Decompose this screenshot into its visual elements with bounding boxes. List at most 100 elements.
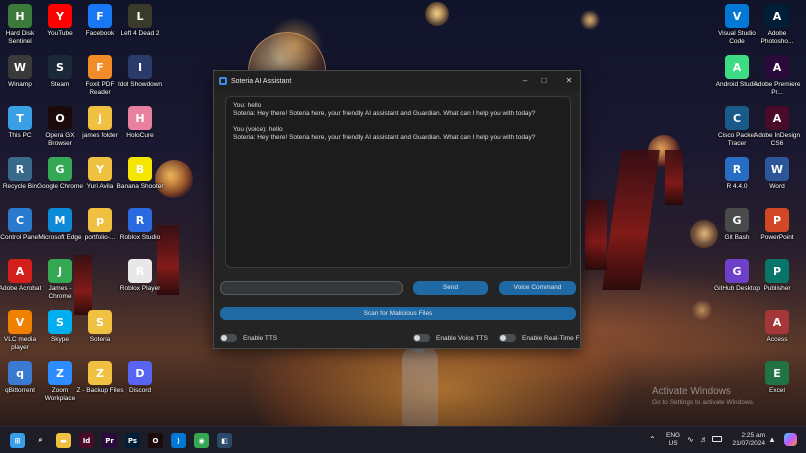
shortcut-label: Soteria — [89, 336, 111, 343]
toggle-knob — [221, 335, 227, 341]
idol-showdown-icon: I — [128, 55, 152, 79]
desktop-shortcut[interactable]: A Adobe Premiere Pr... — [753, 55, 801, 97]
chat-line: Soteria: Hey there! Soteria here, your f… — [233, 110, 536, 117]
language-top: ENG — [666, 432, 681, 439]
roblox-icon: R — [128, 259, 152, 283]
copilot-icon[interactable] — [784, 433, 797, 446]
opera-gx-icon[interactable]: O — [148, 433, 163, 448]
soteria-app-icon[interactable]: ◧ — [217, 433, 232, 448]
edge-icon: M — [48, 208, 72, 232]
chrome-profile-icon[interactable]: ◉ — [194, 433, 209, 448]
desktop-shortcut[interactable]: S Soteria — [76, 310, 124, 344]
clock-date: 21/07/2024 — [732, 440, 765, 447]
shortcut-label: Publisher — [763, 285, 791, 292]
desktop-shortcut[interactable]: A Adobe InDesign CS6 — [753, 106, 801, 148]
desktop-shortcut[interactable]: E Excel — [753, 361, 801, 395]
wallpaper-orb — [580, 10, 600, 30]
tray-overflow-icon[interactable]: ⌃ — [649, 435, 656, 444]
toggle-label: Enable Real-Time F — [522, 334, 580, 342]
shortcut-label: Idol Showdown — [117, 81, 163, 88]
cisco-icon: C — [725, 106, 749, 130]
wallpaper-figure — [402, 345, 438, 426]
shortcut-label: Adobe InDesign CS6 — [753, 132, 801, 147]
watermark-title: Activate Windows — [652, 386, 731, 397]
youtube-icon: Y — [48, 4, 72, 28]
voice-command-button[interactable]: Voice Command — [499, 281, 576, 295]
vscode-icon[interactable]: ⟩ — [171, 433, 186, 448]
language-bottom: US — [668, 440, 678, 447]
control-panel-icon: C — [8, 208, 32, 232]
facebook-icon: F — [88, 4, 112, 28]
notification-bell-icon[interactable]: ▲ — [768, 435, 776, 444]
left4dead-icon: L — [128, 4, 152, 28]
desktop-shortcut[interactable]: A Adobe Photosho... — [753, 4, 801, 46]
clock[interactable]: 2:25 am 21/07/2024 — [729, 432, 765, 448]
shortcut-label: Banana Shooter — [116, 183, 164, 190]
vlc-icon: V — [8, 310, 32, 334]
desktop-shortcut[interactable]: P PowerPoint — [753, 208, 801, 242]
photoshop-icon[interactable]: Ps — [125, 433, 140, 448]
desktop-shortcut[interactable]: I Idol Showdown — [116, 55, 164, 89]
winamp-icon: W — [8, 55, 32, 79]
folder-icon: j — [88, 106, 112, 130]
desktop-shortcut[interactable]: B Banana Shooter — [116, 157, 164, 191]
search-icon[interactable]: ⌕ — [33, 433, 48, 448]
powerpoint-icon: P — [765, 208, 789, 232]
shortcut-label: PowerPoint — [760, 234, 794, 241]
pc-icon: T — [8, 106, 32, 130]
recycle-bin-icon: R — [8, 157, 32, 181]
wifi-icon[interactable]: ∿ — [687, 435, 694, 444]
desktop-shortcut[interactable]: A Access — [753, 310, 801, 344]
voice-tts-toggle[interactable]: Enable Voice TTS — [413, 334, 488, 342]
send-button[interactable]: Send — [413, 281, 488, 295]
window-titlebar[interactable]: Soteria AI Assistant – □ ✕ — [214, 71, 580, 91]
volume-icon[interactable]: ♬ — [700, 435, 708, 444]
skype-icon: S — [48, 310, 72, 334]
close-button[interactable]: ✕ — [562, 74, 576, 88]
chrome-icon: G — [48, 157, 72, 181]
battery-icon[interactable] — [712, 436, 722, 442]
toggle-track[interactable] — [413, 334, 430, 342]
git-bash-icon: G — [725, 208, 749, 232]
toggle-track[interactable] — [220, 334, 237, 342]
realtime-toggle[interactable]: Enable Real-Time F — [499, 334, 580, 342]
toggle-track[interactable] — [499, 334, 516, 342]
chat-display[interactable]: You: hello Soteria: Hey there! Soteria h… — [225, 96, 571, 268]
desktop-shortcut[interactable]: J James - Chrome — [36, 259, 84, 301]
soteria-app-icon — [219, 77, 227, 85]
toggle-label: Enable TTS — [243, 334, 278, 342]
desktop-shortcut[interactable]: W Word — [753, 157, 801, 191]
excel-icon: E — [765, 361, 789, 385]
indesign-icon[interactable]: Id — [79, 433, 94, 448]
desktop-shortcut[interactable]: H HoloCure — [116, 106, 164, 140]
desktop-shortcut[interactable]: L Left 4 Dead 2 — [116, 4, 164, 38]
activate-windows-watermark: Activate Windows Go to Settings to activ… — [652, 386, 755, 406]
file-explorer-icon[interactable]: ▬ — [56, 433, 71, 448]
chat-line — [233, 118, 563, 126]
shortcut-label: Roblox Player — [119, 285, 161, 292]
acrobat-icon: A — [8, 259, 32, 283]
maximize-button[interactable]: □ — [537, 74, 551, 88]
toggle-label: Enable Voice TTS — [436, 334, 488, 342]
foxit-icon: F — [88, 55, 112, 79]
minimize-button[interactable]: – — [518, 74, 532, 88]
chat-line: You (voice): hello — [233, 126, 283, 133]
language-indicator[interactable]: ENG US — [666, 432, 680, 448]
premiere-icon[interactable]: Pr — [102, 433, 117, 448]
clock-time: 2:25 am — [741, 432, 766, 439]
wallpaper-banner — [602, 150, 660, 290]
access-icon: A — [765, 310, 789, 334]
tts-toggle[interactable]: Enable TTS — [220, 334, 277, 342]
desktop-shortcut[interactable]: D Discord — [116, 361, 164, 395]
desktop-shortcut[interactable]: R Roblox Studio — [116, 208, 164, 242]
scan-malicious-files-button[interactable]: Scan for Malicious Files — [220, 307, 576, 320]
chat-line: Soteria: Hey there! Soteria here, your f… — [233, 134, 536, 141]
shortcut-label: Adobe Photosho... — [760, 30, 794, 45]
desktop-shortcut[interactable]: R Roblox Player — [116, 259, 164, 293]
windows-start-icon[interactable]: ⊞ — [10, 433, 25, 448]
shortcut-label: Word — [769, 183, 785, 190]
desktop-shortcut[interactable]: P Publisher — [753, 259, 801, 293]
soteria-window: Soteria AI Assistant – □ ✕ You: hello So… — [213, 70, 581, 349]
message-input[interactable] — [220, 281, 403, 295]
premiere-icon: A — [765, 55, 789, 79]
